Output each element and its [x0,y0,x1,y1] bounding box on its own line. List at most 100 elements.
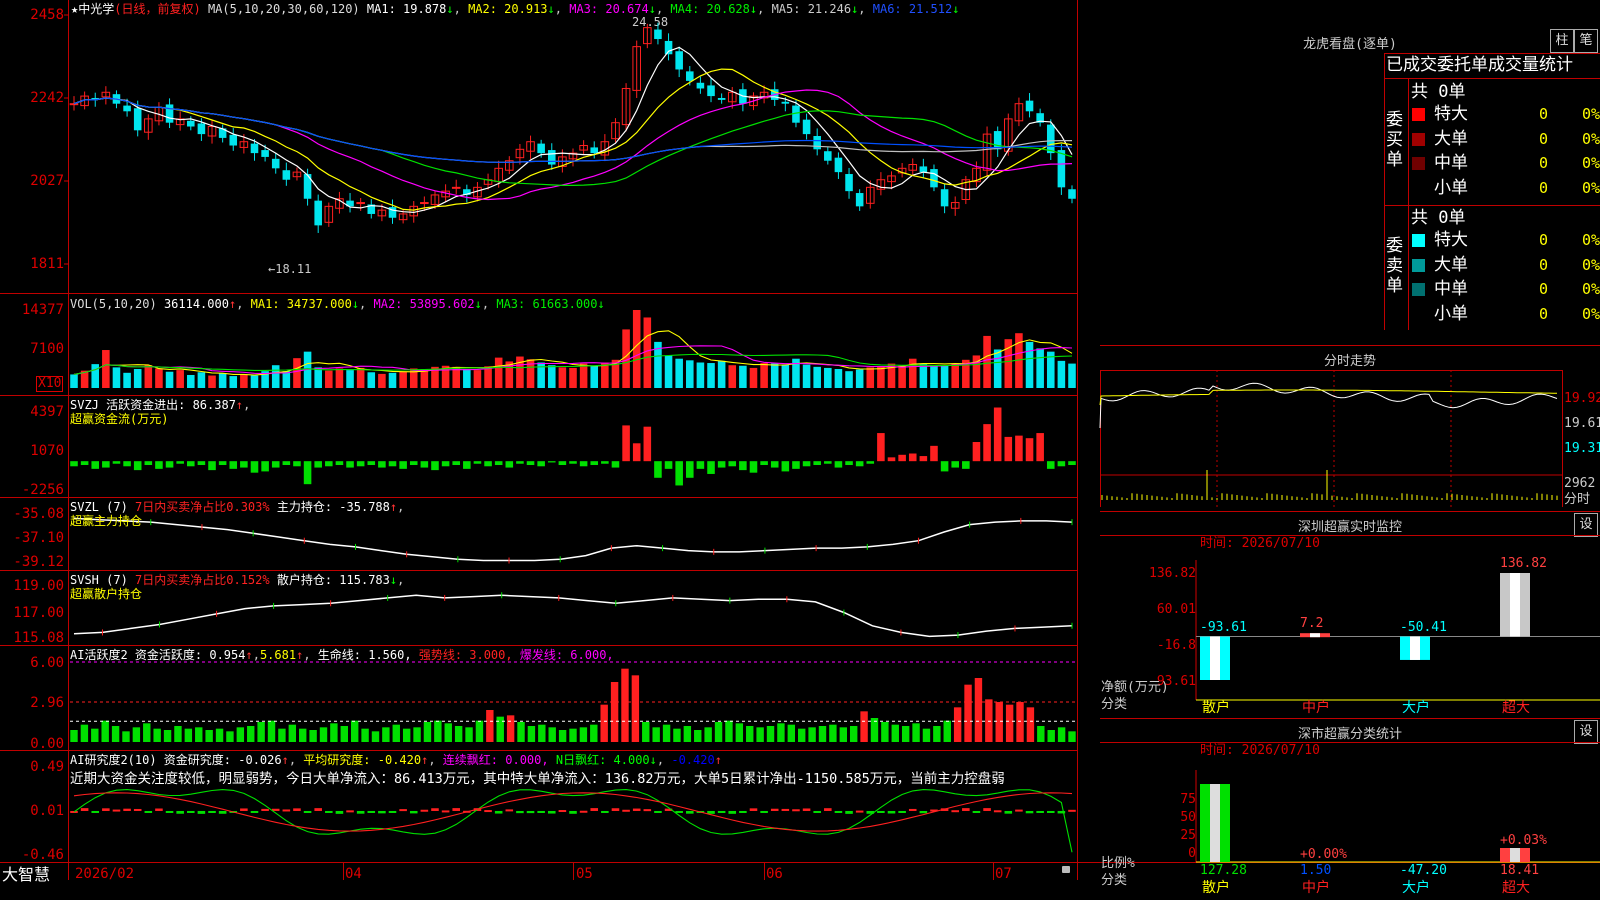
volume-bar [240,374,248,388]
volume-bar [579,363,588,388]
activity-bar [392,724,400,742]
flow-bar [70,461,78,467]
up-arrow: ↑ [281,753,289,767]
research-bar [123,808,131,811]
dragon-bottom-line [1100,345,1600,346]
research-bar [399,809,407,812]
research-bar [303,810,312,813]
research-bar [112,809,121,812]
activity-bar [714,722,723,742]
flow-bar [601,461,609,464]
flow-bar [781,461,790,472]
flow-bar [717,461,726,468]
monitor-bar-highlight [1410,636,1420,660]
intraday-tick: 19.31 [1564,441,1600,456]
svsh-tick: 117.00 [13,605,64,621]
research-bar [813,810,821,813]
monitor-chart[interactable] [1195,560,1600,720]
svzj-tick: 1070 [30,443,64,459]
stats-category-label: 超大 [1502,880,1530,896]
dragon-header-line [1384,78,1600,79]
flow-bar [240,461,248,468]
app-name[interactable]: 大智慧 [2,866,50,884]
activity-bar [205,730,213,742]
activity-bar [444,723,452,742]
svsh-label: SVSH (7) [70,573,128,587]
research-bar [824,808,832,811]
research-bar [197,810,206,814]
activity-bar [569,728,577,742]
stats-title: 深市超赢分类统计 [1297,727,1402,742]
monitor-top-line [1100,511,1600,512]
activity-bar [652,727,660,742]
activity-bar [330,723,338,742]
activity-bar [195,727,203,742]
research-bar [250,810,259,813]
research-bar [558,810,567,813]
research-bar [622,809,630,812]
flow-bar [526,461,535,466]
research-bar [643,809,652,812]
monitor-settings-button[interactable]: 设 [1574,513,1598,537]
volume-bar [643,317,652,388]
flow-bar [155,461,163,469]
bar-mode-button[interactable]: 柱 [1550,29,1574,53]
volume-bar [91,364,100,388]
flow-bar [951,461,959,468]
activity-bar [558,730,567,742]
research-bar [877,810,885,813]
stats-tick: 0 [1188,846,1196,861]
intraday-chart[interactable] [1099,370,1562,510]
flow-bar [208,461,216,471]
research-bar [962,808,970,811]
activity-bar [267,720,276,742]
stats-settings-button[interactable]: 设 [1574,720,1598,744]
order-pct: 0% [1581,280,1600,298]
buy-order-label: 委买单 [1386,110,1403,170]
date-sep [993,862,994,880]
activity-bar [174,726,182,742]
volume-bar [675,358,683,388]
lock-icon[interactable] [1062,866,1070,873]
volume-bar [824,367,832,388]
activity-bar [746,726,754,742]
stats-tick: 75 [1180,792,1196,807]
volume-bar [632,310,641,388]
volume-bar [877,366,885,388]
stats-value-label: 127.28 [1200,863,1247,878]
flow-bar [930,445,938,462]
stats-tick: 25 [1180,828,1196,843]
activity-bar [787,724,796,742]
research-bar [569,810,577,814]
activity-bar [1057,727,1066,742]
volume-bar [558,367,567,388]
flow-bar [1046,461,1055,469]
date-sep [573,862,574,880]
research-bar [420,809,429,812]
dragon-mid-line [1384,205,1600,206]
activity-bar [849,726,858,742]
flow-bar [707,461,715,474]
tick-mode-button[interactable]: 笔 [1574,29,1598,53]
order-count: 0 [1538,154,1548,172]
research-bar [484,810,492,813]
volume-bar [314,367,322,388]
research-bar [802,808,811,811]
flow-bar [749,461,758,473]
svzl-label: SVZL (7) [70,500,128,514]
flow-bar [516,461,524,464]
order-pct: 0% [1581,105,1600,123]
research-bar [378,810,386,814]
order-color-swatch [1412,234,1425,247]
research-bar [834,810,843,813]
volume-bar [335,368,344,388]
volume-bar [908,358,917,388]
stats-value-label: 1.50 [1300,863,1332,878]
monitor-category-label: 散户 [1202,700,1230,716]
activity-bar [538,724,546,742]
order-pct: 0% [1581,129,1600,148]
dragon-col-border [1408,78,1409,330]
research-line [73,789,1073,853]
research-bar [898,810,906,813]
date-tick: 05 [576,866,593,882]
